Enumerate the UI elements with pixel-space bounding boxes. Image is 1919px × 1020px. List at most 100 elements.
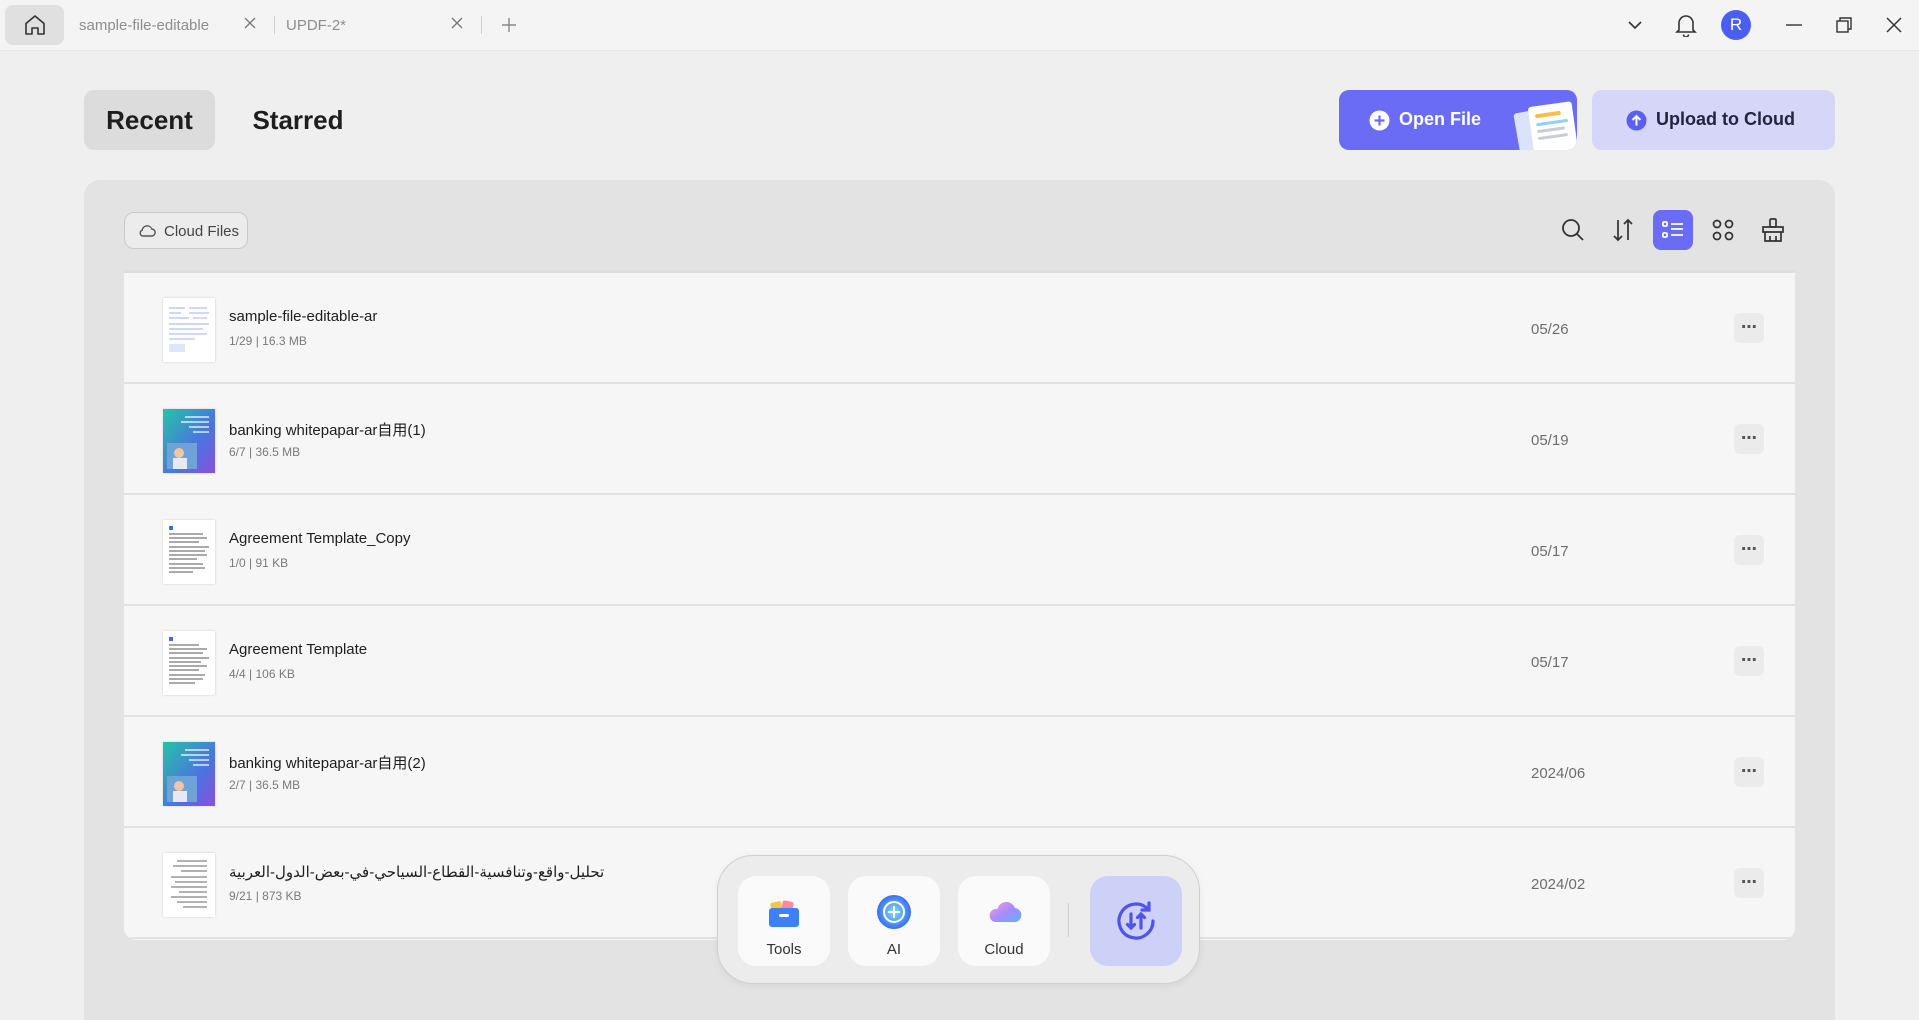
close-icon [244, 17, 256, 29]
dock-ai-button[interactable]: AI [848, 876, 940, 966]
list-view-icon [1662, 221, 1683, 238]
convert-icon [1117, 901, 1155, 940]
user-avatar[interactable]: R [1721, 10, 1751, 40]
more-icon: ⋯ [1741, 652, 1757, 669]
more-options-button[interactable]: ⋯ [1734, 424, 1764, 454]
home-button[interactable] [5, 5, 64, 45]
file-name: Agreement Template_Copy [229, 530, 411, 547]
file-row[interactable]: Agreement Template_Copy 1/0 | 91 KB 05/1… [124, 495, 1795, 606]
file-meta: 1/29 | 16.3 MB [229, 334, 307, 348]
file-meta: 1/0 | 91 KB [229, 556, 289, 570]
file-row[interactable]: Agreement Template 4/4 | 106 KB 05/17 ⋯ [124, 606, 1795, 717]
restore-button[interactable] [1831, 12, 1857, 38]
upload-icon [1626, 110, 1647, 131]
file-name: تحليل-واقع-وتنافسية-القطاع-السياحي-في-بع… [229, 864, 605, 881]
chevron-down-icon [1628, 21, 1642, 30]
plus-circle-icon [1369, 110, 1390, 131]
file-thumbnail [163, 520, 215, 584]
close-window-button[interactable] [1881, 12, 1907, 38]
avatar-initial: R [1729, 15, 1743, 34]
upload-to-cloud-label: Upload to Cloud [1656, 109, 1795, 129]
file-name: banking whitepapar-ar自用(1) [229, 422, 426, 439]
tab-label: sample-file-editable [79, 16, 210, 34]
clean-up-button[interactable] [1753, 210, 1793, 250]
file-meta: 9/21 | 873 KB [229, 889, 302, 903]
file-row[interactable]: sample-file-editable-ar 1/29 | 16.3 MB 0… [124, 273, 1795, 384]
file-row[interactable]: banking whitepapar-ar自用(2) 2/7 | 36.5 MB… [124, 717, 1795, 828]
minimize-icon [1786, 24, 1802, 26]
tab-recent[interactable]: Recent [84, 90, 215, 150]
document-icon [163, 520, 215, 584]
file-row[interactable]: banking whitepapar-ar自用(1) 6/7 | 36.5 MB… [124, 384, 1795, 495]
dock-ai-label: AI [886, 941, 902, 958]
more-options-button[interactable]: ⋯ [1734, 535, 1764, 565]
more-icon: ⋯ [1741, 874, 1757, 891]
dock-tools-label: Tools [766, 941, 802, 958]
documents-illustration-icon [1513, 101, 1577, 150]
file-meta: 6/7 | 36.5 MB [229, 445, 301, 459]
open-file-button[interactable]: Open File [1339, 90, 1577, 150]
more-icon: ⋯ [1741, 541, 1757, 558]
grid-view-icon [1712, 219, 1734, 241]
tab-divider [274, 16, 275, 34]
file-name: Agreement Template [229, 641, 368, 658]
minimize-button[interactable] [1781, 12, 1807, 38]
file-name: sample-file-editable-ar [229, 308, 378, 325]
sort-button[interactable] [1603, 210, 1643, 250]
search-button[interactable] [1553, 210, 1593, 250]
tab-divider [481, 16, 482, 34]
file-thumbnail [163, 742, 215, 806]
clean-icon [1762, 218, 1784, 242]
cover-image-icon [163, 742, 215, 806]
file-name: banking whitepapar-ar自用(2) [229, 755, 426, 772]
dock-convert-button[interactable] [1090, 876, 1182, 966]
new-tab-button[interactable] [498, 14, 520, 36]
upload-to-cloud-button[interactable]: Upload to Cloud [1592, 90, 1835, 150]
toolbox-icon [769, 900, 799, 927]
tab-sample-file-editable[interactable]: sample-file-editable [79, 8, 209, 42]
cloud-files-label: Cloud Files [164, 223, 240, 240]
file-date: 05/26 [1531, 321, 1569, 338]
notifications-button[interactable] [1673, 12, 1699, 38]
file-thumbnail [163, 298, 215, 362]
dock-tools-button[interactable]: Tools [738, 876, 830, 966]
search-icon [1562, 219, 1584, 241]
close-icon [1886, 17, 1902, 33]
tabs-dropdown-button[interactable] [1622, 12, 1648, 38]
tab-updf-2[interactable]: UPDF-2* [286, 8, 346, 42]
title-bar: sample-file-editable UPDF-2* R [0, 0, 1919, 51]
cloud-files-filter[interactable]: Cloud Files [124, 212, 248, 249]
document-icon [163, 853, 215, 917]
document-icon [163, 298, 215, 362]
dock-cloud-button[interactable]: Cloud [958, 876, 1050, 966]
document-icon [163, 631, 215, 695]
list-view-button[interactable] [1653, 210, 1693, 250]
cloud-icon [989, 901, 1022, 923]
dock-divider [1068, 903, 1069, 937]
tab-close-button[interactable] [243, 16, 261, 34]
file-date: 05/19 [1531, 432, 1569, 449]
restore-icon [1836, 17, 1852, 33]
open-file-label: Open File [1399, 109, 1482, 129]
more-options-button[interactable]: ⋯ [1734, 868, 1764, 898]
tab-close-button[interactable] [450, 16, 468, 34]
file-meta: 4/4 | 106 KB [229, 667, 295, 681]
tab-label: UPDF-2* [286, 16, 347, 34]
home-icon [24, 15, 45, 35]
more-icon: ⋯ [1741, 430, 1757, 447]
more-options-button[interactable]: ⋯ [1734, 313, 1764, 343]
grid-view-button[interactable] [1703, 210, 1743, 250]
file-date: 05/17 [1531, 543, 1569, 560]
bell-icon [1675, 15, 1697, 37]
file-thumbnail [163, 409, 215, 473]
cloud-icon [139, 225, 156, 237]
more-options-button[interactable]: ⋯ [1734, 646, 1764, 676]
tab-starred[interactable]: Starred [246, 90, 350, 150]
quick-dock: Tools AI Cloud [717, 855, 1200, 984]
more-options-button[interactable]: ⋯ [1734, 757, 1764, 787]
file-date: 2024/06 [1531, 765, 1586, 782]
cover-image-icon [163, 409, 215, 473]
dock-cloud-label: Cloud [984, 941, 1024, 958]
more-icon: ⋯ [1741, 319, 1757, 336]
file-date: 05/17 [1531, 654, 1569, 671]
